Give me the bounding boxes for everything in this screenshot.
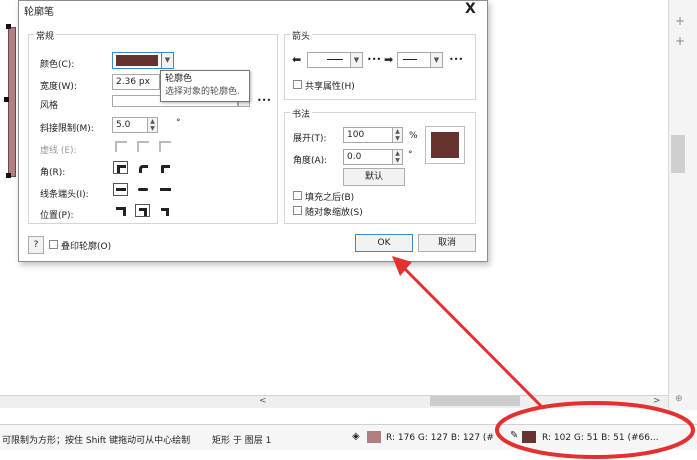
angle-unit: ° <box>408 150 413 160</box>
selection-handle[interactable] <box>6 24 11 29</box>
selected-rectangle[interactable] <box>8 27 16 177</box>
corner-miter-icon[interactable] <box>113 161 128 174</box>
stretch-unit: % <box>409 131 418 141</box>
dash-label: 虚线 (E): <box>40 146 77 156</box>
dash-option-icon <box>159 141 171 152</box>
scale-with-image-checkbox[interactable] <box>293 206 302 215</box>
scroll-right-icon[interactable]: > <box>653 396 661 406</box>
fill-color-swatch[interactable] <box>367 431 381 443</box>
linecap-label: 线条端头(I): <box>40 190 89 200</box>
nib-preview <box>425 126 465 164</box>
arrow-start-icon: ⬅ <box>292 53 302 66</box>
horizontal-scrollbar[interactable] <box>0 395 668 408</box>
general-group-label: 常规 <box>34 29 57 42</box>
scroll-left-icon[interactable]: < <box>259 396 267 406</box>
arrow-end-icon: ➡ <box>384 53 394 66</box>
overprint-checkbox[interactable] <box>49 240 58 249</box>
share-attributes-checkbox[interactable] <box>293 80 302 89</box>
position-outside-icon[interactable] <box>113 204 128 217</box>
cancel-button[interactable]: 取消 <box>418 234 476 252</box>
vertical-scroll-thumb[interactable] <box>671 135 685 173</box>
linecap-butt-icon[interactable] <box>113 183 128 196</box>
color-tooltip: 轮廓色 选择对象的轮廓色. <box>160 70 250 102</box>
status-hint: 可限制为方形；按住 Shift 键拖动可从中心绘制 <box>2 436 191 446</box>
outline-pen-icon: ✎ <box>510 430 519 441</box>
start-arrow-options-icon[interactable]: ••• <box>367 55 381 64</box>
chevron-down-icon[interactable]: ▼ <box>351 52 363 68</box>
corner-label: 角(R): <box>40 168 66 178</box>
miter-label: 斜接限制(M): <box>40 124 94 134</box>
miter-unit: ° <box>176 118 181 128</box>
stretch-field[interactable]: 100 <box>343 127 393 143</box>
corner-bevel-icon[interactable] <box>157 161 172 174</box>
ok-button[interactable]: OK <box>355 234 413 252</box>
selection-handle[interactable] <box>4 97 9 102</box>
tooltip-title: 轮廓色 <box>165 74 193 84</box>
nib-preview-square <box>431 132 459 158</box>
arrows-group-label: 箭头 <box>290 29 313 42</box>
corner-round-icon[interactable] <box>135 161 150 174</box>
color-picker-swatch <box>116 55 158 66</box>
dash-option-icon <box>115 141 127 152</box>
plus-icon[interactable]: + <box>675 14 685 28</box>
behind-fill-checkbox[interactable] <box>293 191 302 200</box>
style-more-icon[interactable]: ••• <box>257 96 271 105</box>
miter-field[interactable]: 5.0 <box>112 117 148 133</box>
start-arrow-select[interactable] <box>307 52 351 68</box>
angle-label: 角度(A): <box>293 156 328 166</box>
linecap-square-icon[interactable] <box>157 183 172 196</box>
chevron-down-icon[interactable]: ▼ <box>431 52 443 68</box>
fill-bucket-icon: ◈ <box>352 431 360 442</box>
width-field[interactable]: 2.36 px <box>112 74 160 90</box>
stretch-spinner[interactable]: ▲ ▼ <box>393 127 403 143</box>
selection-handle[interactable] <box>6 173 11 178</box>
position-center-icon[interactable] <box>135 204 150 217</box>
share-attributes-label: 共享属性(H) <box>305 82 355 92</box>
outline-color-swatch[interactable] <box>522 431 536 443</box>
stretch-label: 展开(T): <box>293 134 327 144</box>
angle-field[interactable]: 0.0 <box>343 149 393 165</box>
position-inside-icon[interactable] <box>157 204 172 217</box>
style-label: 风格 <box>40 101 59 111</box>
end-arrow-select[interactable] <box>397 52 431 68</box>
position-label: 位置(P): <box>40 211 74 221</box>
dash-option-icon <box>137 141 149 152</box>
help-button[interactable]: ? <box>28 236 44 254</box>
status-object: 矩形 于 图层 1 <box>212 436 272 446</box>
horizontal-scroll-thumb[interactable] <box>430 396 520 406</box>
dialog-title: 轮廓笔 <box>24 7 54 18</box>
color-picker[interactable] <box>112 52 162 69</box>
calligraphy-group-label: 书法 <box>290 107 313 120</box>
zoom-icon[interactable]: ⊕ <box>675 394 683 404</box>
vertical-scrollbar[interactable] <box>668 0 697 410</box>
width-label: 宽度(W): <box>40 82 77 92</box>
end-arrow-options-icon[interactable]: ••• <box>449 55 463 64</box>
color-label: 颜色(C): <box>40 60 75 70</box>
angle-spinner[interactable]: ▲ ▼ <box>393 149 403 165</box>
default-button[interactable]: 默认 <box>343 168 405 186</box>
close-icon[interactable]: X <box>465 1 476 17</box>
linecap-round-icon[interactable] <box>135 183 150 196</box>
outline-rgb-readout: R: 102 G: 51 B: 51 (#66... <box>542 433 659 443</box>
scale-with-image-label: 随对象缩放(S) <box>305 208 363 218</box>
plus-icon[interactable]: + <box>675 34 685 48</box>
tooltip-description: 选择对象的轮廓色. <box>165 87 240 97</box>
miter-spinner[interactable]: ▲ ▼ <box>148 117 158 133</box>
overprint-label: 叠印轮廓(O) <box>61 242 112 252</box>
fill-rgb-readout: R: 176 G: 127 B: 127 (# <box>386 433 494 443</box>
chevron-down-icon[interactable]: ▼ <box>162 52 174 69</box>
behind-fill-label: 填充之后(B) <box>305 193 355 203</box>
